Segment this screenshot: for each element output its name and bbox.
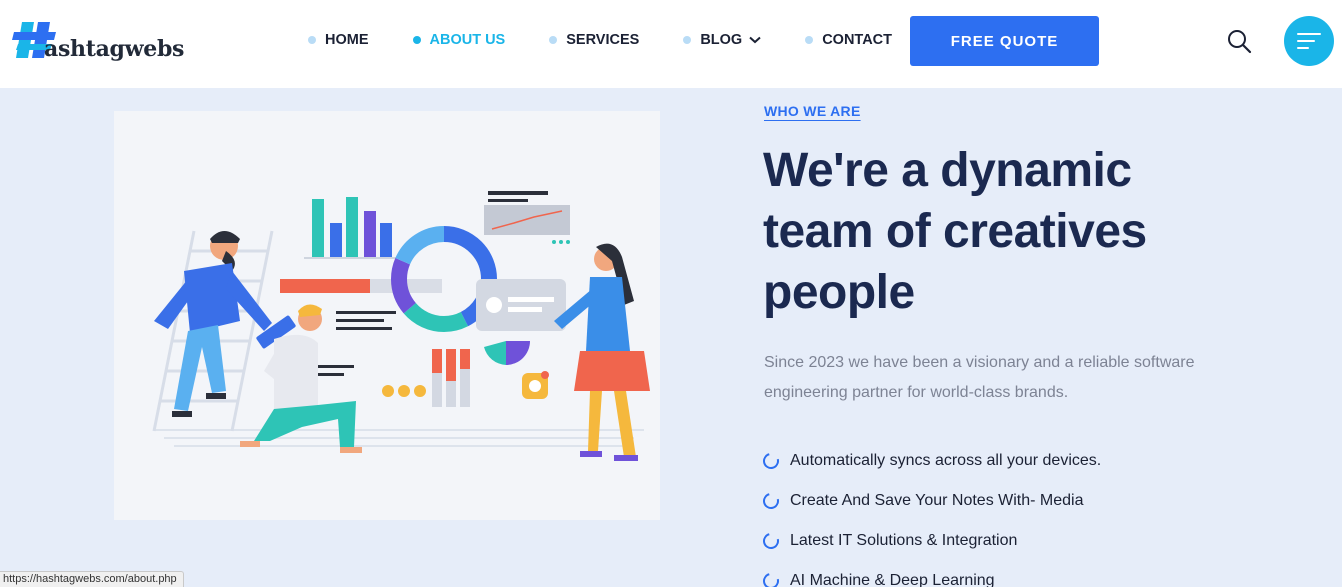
- bullet-icon: [549, 36, 558, 44]
- feature-list: Automatically syncs across all your devi…: [760, 441, 1102, 587]
- nav-item-label: SERVICES: [566, 32, 640, 48]
- bullet-icon: [308, 36, 316, 44]
- hamburger-line: [1297, 40, 1315, 42]
- nav-item-services[interactable]: SERVICES: [549, 32, 639, 48]
- bullet-icon: [412, 36, 421, 44]
- nav-item-contact[interactable]: CONTACT: [805, 32, 892, 48]
- section-eyebrow: WHO WE ARE: [764, 103, 861, 119]
- circle-check-icon: [760, 450, 782, 472]
- circle-check-icon: [760, 570, 782, 587]
- feature-text: Latest IT Solutions & Integration: [790, 532, 1018, 549]
- list-item: AI Machine & Deep Learning: [760, 561, 1101, 587]
- list-item: Automatically syncs across all your devi…: [760, 441, 1102, 481]
- hamburger-line: [1297, 47, 1309, 49]
- circle-check-icon: [760, 530, 782, 552]
- site-header: ashtagwebs HOME ABOUT US SERVICES BLOG C…: [0, 0, 1342, 88]
- section-headline: We're a dynamic team of creatives people: [763, 144, 1147, 319]
- chevron-down-icon: [749, 36, 761, 44]
- team-analytics-illustration-icon: [152, 191, 650, 461]
- feature-text: AI Machine & Deep Learning: [790, 572, 995, 587]
- list-item: Create And Save Your Notes With- Media: [760, 481, 1101, 521]
- hamburger-menu-icon: [1297, 33, 1321, 35]
- brand-name: ashtagwebs: [44, 36, 185, 62]
- nav-item-about-us[interactable]: ABOUT US: [412, 32, 506, 48]
- list-item: Latest IT Solutions & Integration: [760, 521, 1101, 561]
- bullet-icon: [683, 36, 692, 44]
- search-icon[interactable]: [1226, 28, 1252, 54]
- feature-text: Automatically syncs across all your devi…: [790, 452, 1102, 469]
- nav-item-label: BLOG: [700, 32, 743, 48]
- main-nav: HOME ABOUT US SERVICES BLOG CONTACT: [308, 30, 936, 50]
- bullet-icon: [805, 36, 814, 44]
- nav-item-label: HOME: [325, 32, 369, 48]
- browser-status-url: https://hashtagwebs.com/about.php: [0, 571, 184, 587]
- free-quote-button[interactable]: FREE QUOTE: [910, 16, 1099, 66]
- nav-item-home[interactable]: HOME: [308, 32, 369, 48]
- hamburger-menu-button[interactable]: [1284, 16, 1334, 66]
- feature-text: Create And Save Your Notes With- Media: [790, 492, 1084, 509]
- nav-item-label: CONTACT: [822, 32, 893, 48]
- nav-item-label: ABOUT US: [429, 32, 506, 48]
- circle-check-icon: [760, 490, 782, 512]
- nav-item-blog[interactable]: BLOG: [683, 32, 761, 48]
- team-illustration: [114, 111, 660, 520]
- section-description: Since 2023 we have been a visionary and …: [764, 354, 1195, 401]
